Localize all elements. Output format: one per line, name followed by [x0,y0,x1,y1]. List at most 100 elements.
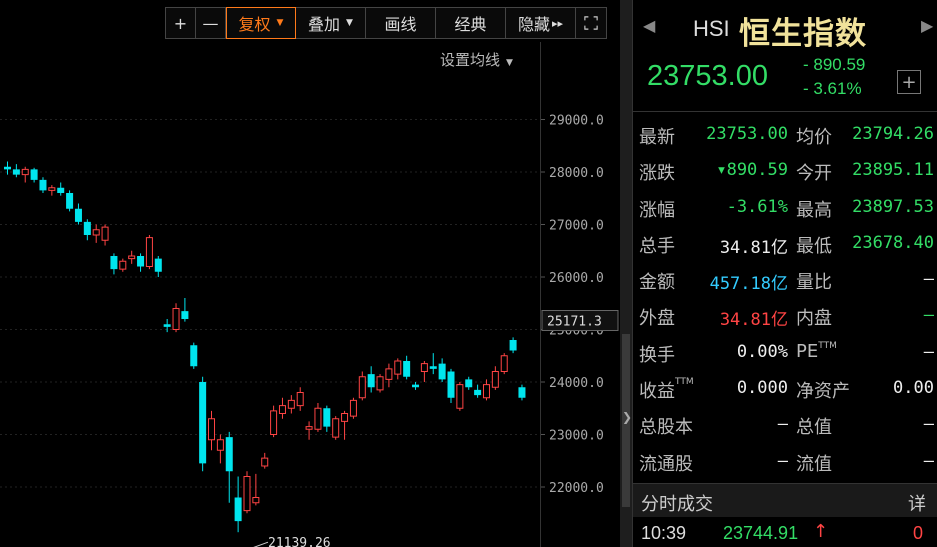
zoom-in-button[interactable]: + [166,8,196,38]
candle-body [137,256,145,267]
price-tick-label: 23000.0 [549,429,604,444]
candle [234,476,242,533]
collapse-arrow-icon[interactable]: ❯ [622,410,632,424]
quote-value: 23895.11 [852,160,934,181]
hide-button[interactable]: 隐藏 ▸▸ [506,8,576,38]
candle [341,410,349,440]
quote-value: 457.18亿 [709,274,788,295]
price-change-percent: - 3.61% [803,79,862,98]
quote-value: 23753.00 [706,124,788,144]
add-watchlist-button[interactable]: + [897,70,921,94]
quote-label: 净资产 [796,381,850,403]
candle [376,374,384,393]
quote-grid: 最新 23753.00 均价 23794.26 涨跌 ▾890.59 今开 23895.11 涨… [633,117,937,480]
last-price: 23753.00 [647,60,768,92]
candle [332,416,340,440]
candle [4,161,11,175]
quote-row: 涨幅 -3.61% 最高 23897.53 [633,190,937,226]
candle-body [225,437,233,472]
candle [48,185,56,196]
stock-name: 恒生指数 [739,16,867,52]
candle-body [456,384,464,409]
price-tick-label: 22000.0 [549,481,604,496]
candle-body [163,324,171,327]
candle-body [491,371,499,388]
candle-body [429,366,437,369]
prev-stock-arrow-icon[interactable]: ◀ [643,16,655,35]
up-arrow-icon: ↑ [813,521,829,542]
candle [474,384,482,398]
quote-value: — [923,450,934,471]
kline-chart[interactable]: 29000.028000.027000.026000.025000.024000… [0,0,620,547]
next-stock-arrow-icon[interactable]: ▶ [921,16,933,35]
candle-body [385,368,393,380]
candle [518,384,526,401]
quote-row: 总手 34.81亿 最低 23678.40 [633,226,937,262]
quote-label: 外盘 [639,308,675,330]
draw-line-button[interactable]: 画线 [366,8,436,38]
zoom-out-button[interactable]: — [196,8,226,38]
candle [74,203,82,225]
candle-body [394,360,402,375]
price-tick-label: 29000.0 [549,114,604,129]
candle-body [474,389,482,396]
candle [128,250,136,264]
caret-down-icon: ▼ [346,18,353,28]
current-price-marker: 25171.3 [547,315,602,330]
quote-row: 涨跌 ▾890.59 今开 23895.11 [633,153,937,189]
candle [225,431,233,503]
quote-value: 34.81亿 [719,310,788,331]
candle-body [305,426,313,430]
double-arrow-right-icon: ▸▸ [551,16,564,30]
kline-chart-area[interactable]: 29000.028000.027000.026000.025000.024000… [0,0,620,547]
candle [119,258,127,272]
candle [456,382,464,411]
tick-detail-button[interactable]: 详 [908,490,926,516]
quote-label: 涨幅 [639,199,675,221]
tick-time: 10:39 [641,523,687,543]
ma-setting-dropdown[interactable]: 设置均线 ▼ [440,49,513,70]
candle-body [101,226,109,241]
candle [270,405,278,438]
quote-label: 总手 [639,235,675,257]
candle [287,395,295,414]
quote-label: 最低 [796,235,832,257]
quote-label: 换手 [639,344,675,366]
quote-value: 23794.26 [852,124,934,144]
quote-label: 最高 [796,199,832,221]
candle [491,366,499,390]
quote-header: ◀ HSI 恒生指数 ▶ [633,0,937,52]
candle [216,434,224,464]
overlay-dropdown[interactable]: 叠加 ▼ [296,8,366,38]
restore-rights-dropdown[interactable]: 复权 ▼ [226,7,296,39]
quote-row: 收益TTM 0.000 净资产 0.00 [633,371,937,407]
candle-body [92,229,100,236]
quote-panel: ◀ HSI 恒生指数 ▶ 23753.00 - 890.59 - 3.61% +… [632,0,937,547]
tick-price: 23744.91 [723,523,799,543]
quote-value: 0.000 [736,378,788,399]
candle [137,253,145,272]
chart-toolbar: + — 复权 ▼ 叠加 ▼ 画线 经典 隐藏 ▸▸ [165,7,607,39]
candle-body [376,376,384,391]
overlay-label: 叠加 [308,15,341,34]
candle [243,471,251,514]
hide-label: 隐藏 [517,15,550,34]
candle-body [509,340,517,351]
candle [145,235,153,270]
candle [101,224,109,246]
candle-body [367,374,375,388]
fullscreen-icon[interactable] [576,8,606,38]
quote-value: — [923,269,934,290]
candle-body [172,308,180,330]
candle-body [83,221,91,235]
candle [305,421,313,440]
candle-body [48,187,56,191]
quote-label: 总值 [796,417,832,439]
quote-label: 今开 [796,163,832,185]
classic-button[interactable]: 经典 [436,8,506,38]
candle [172,303,180,333]
price-tick-label: 28000.0 [549,166,604,181]
candle-body [234,497,242,522]
price-tick-label: 24000.0 [549,376,604,391]
candle [314,403,322,432]
